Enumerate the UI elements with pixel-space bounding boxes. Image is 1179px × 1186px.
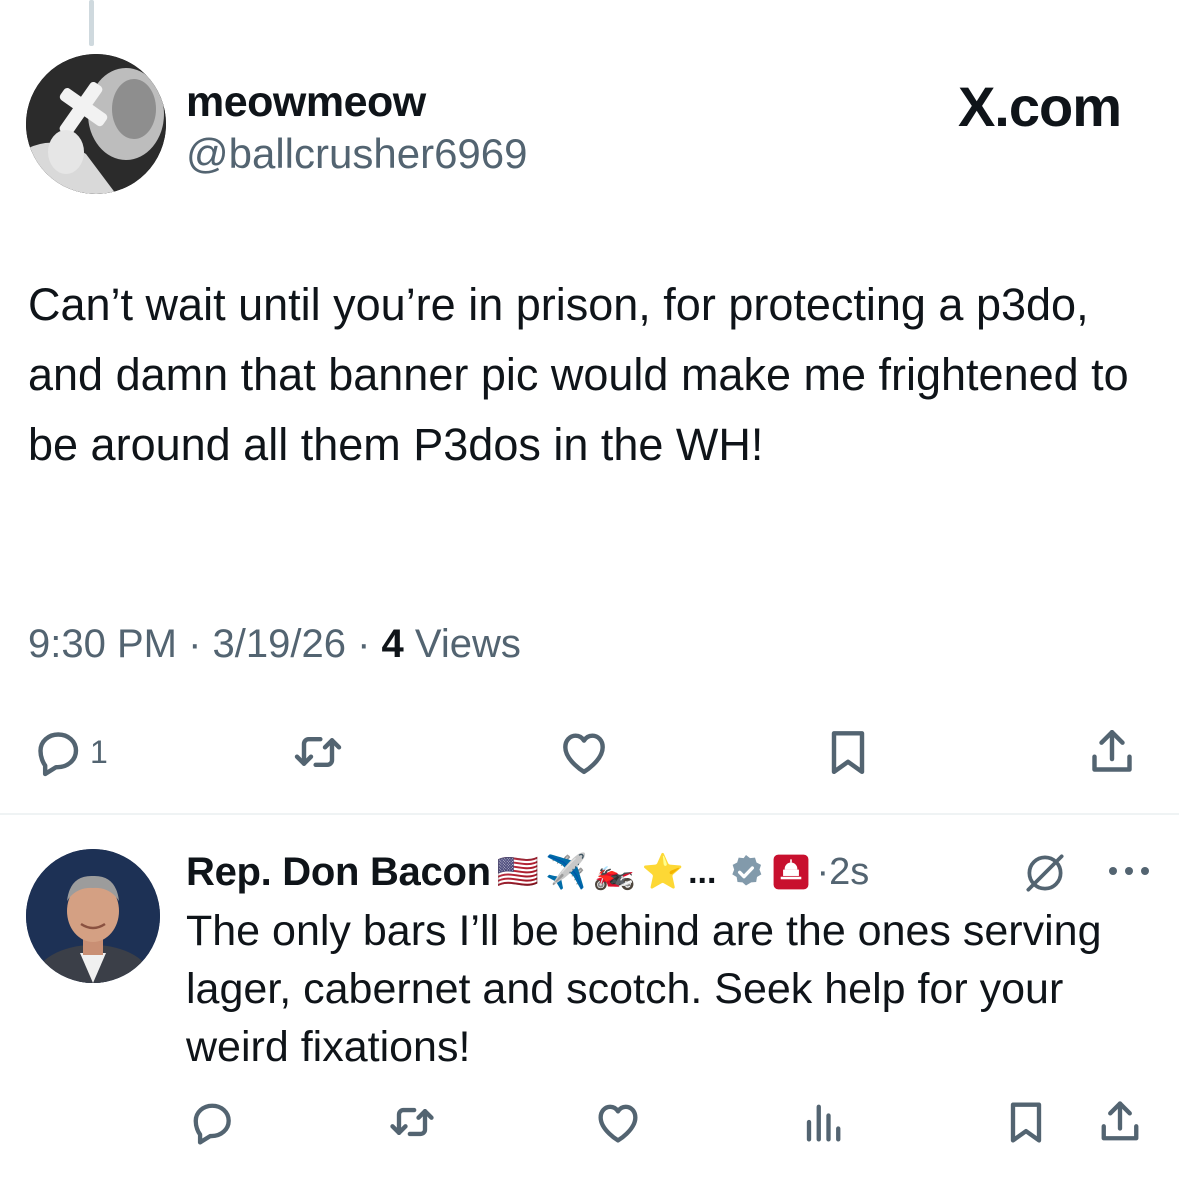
name-ellipsis: ... bbox=[688, 852, 717, 891]
capitol-badge-icon[interactable] bbox=[772, 853, 810, 891]
author-name[interactable]: meowmeow bbox=[186, 78, 426, 127]
meta-separator: · bbox=[345, 622, 382, 666]
reply-button[interactable]: 1 bbox=[30, 720, 108, 784]
reply-author-name[interactable]: Rep. Don Bacon bbox=[186, 850, 491, 895]
retweet-icon bbox=[294, 736, 342, 768]
more-options-icon[interactable] bbox=[1104, 858, 1154, 884]
reply-bookmark-button[interactable] bbox=[1000, 1096, 1056, 1152]
reply-count: 1 bbox=[90, 733, 108, 770]
tweet-meta: 9:30 PM · 3/19/26 · 4 Views bbox=[28, 622, 521, 667]
bookmark-icon bbox=[1010, 1102, 1042, 1143]
grok-icon[interactable] bbox=[1020, 848, 1070, 898]
tweet-actions-bar: 1 bbox=[0, 720, 1179, 784]
reply-header: Rep. Don Bacon 🇺🇸 ✈️ 🏍️ ⭐ ... ·2s bbox=[186, 842, 869, 902]
star-emoji: ⭐ bbox=[641, 853, 685, 891]
views-count: 4 bbox=[381, 622, 404, 666]
reply-icon bbox=[38, 732, 79, 777]
retweet-icon bbox=[390, 1107, 434, 1137]
tweet-date[interactable]: 3/19/26 bbox=[213, 622, 346, 666]
reply-retweet-button[interactable] bbox=[386, 1096, 442, 1152]
airplane-emoji: ✈️ bbox=[545, 853, 588, 891]
motorcycle-emoji: 🏍️ bbox=[593, 853, 636, 891]
like-button[interactable] bbox=[556, 720, 612, 784]
reply-avatar-image bbox=[26, 849, 160, 983]
reply-reply-button[interactable] bbox=[186, 1096, 242, 1152]
divider bbox=[0, 813, 1179, 815]
reply-like-button[interactable] bbox=[592, 1096, 648, 1152]
heart-icon bbox=[598, 1104, 638, 1143]
meta-separator: · bbox=[176, 622, 213, 666]
verified-badge-icon[interactable] bbox=[726, 852, 766, 892]
bookmark-icon bbox=[831, 731, 865, 775]
reply-views-button[interactable] bbox=[796, 1096, 852, 1152]
reply-timestamp[interactable]: ·2s bbox=[816, 851, 869, 894]
reply-avatar[interactable] bbox=[26, 849, 160, 983]
analytics-icon bbox=[806, 1104, 841, 1142]
heart-icon bbox=[563, 733, 605, 775]
x-logo-watermark: X.com bbox=[957, 75, 1122, 138]
reply-text: The only bars I’ll be behind are the one… bbox=[186, 907, 1102, 1071]
tweet-detail-screen: meowmeow @ballcrusher6969 X.com Can’t wa… bbox=[0, 0, 1179, 1186]
flag-emoji: 🇺🇸 bbox=[496, 853, 540, 891]
thread-connector-line bbox=[89, 0, 94, 46]
reply-share-button[interactable] bbox=[1094, 1096, 1150, 1152]
views-label: Views bbox=[403, 622, 521, 666]
reply-actions-bar bbox=[0, 1096, 1179, 1152]
share-button[interactable] bbox=[1084, 720, 1140, 784]
share-icon bbox=[1092, 729, 1132, 772]
bookmark-button[interactable] bbox=[820, 720, 876, 784]
tweet-text: Can’t wait until you’re in prison, for p… bbox=[28, 279, 1129, 470]
tweet-time[interactable]: 9:30 PM bbox=[28, 622, 177, 666]
avatar[interactable] bbox=[26, 54, 166, 194]
author-handle[interactable]: @ballcrusher6969 bbox=[186, 130, 528, 178]
share-icon bbox=[1101, 1101, 1139, 1141]
avatar-image bbox=[26, 54, 166, 194]
reply-icon bbox=[193, 1103, 231, 1145]
retweet-button[interactable] bbox=[290, 720, 346, 784]
